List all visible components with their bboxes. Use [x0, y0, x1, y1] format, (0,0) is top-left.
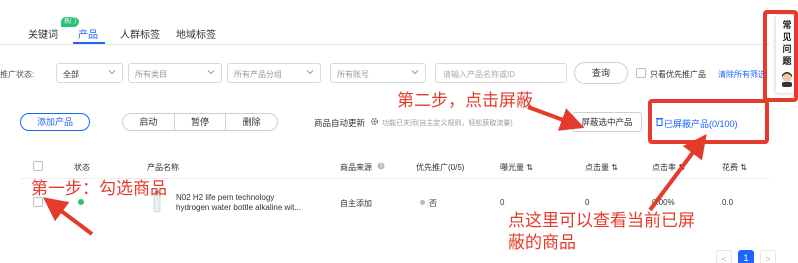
annotation-arrows	[43, 105, 707, 236]
arrow-to-shielded-link	[648, 134, 707, 212]
arrow-to-shield-button	[527, 105, 585, 131]
arrow-to-row-checkbox	[43, 197, 94, 236]
